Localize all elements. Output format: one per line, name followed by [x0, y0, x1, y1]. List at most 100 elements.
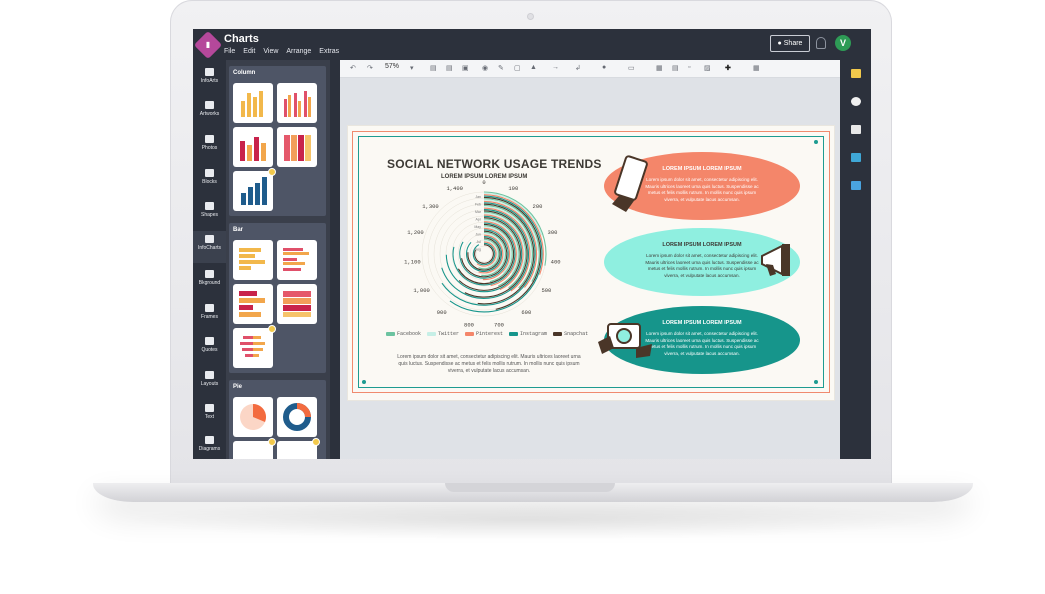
corner-dot	[362, 380, 366, 384]
tick-label: 400	[551, 259, 561, 266]
waypoint-icon[interactable]: ↲	[575, 64, 581, 72]
corner-dot	[814, 140, 818, 144]
delete-icon[interactable]: ▣	[462, 64, 469, 72]
rail-item-infocharts[interactable]: InfoCharts	[193, 231, 226, 263]
align-middle-icon[interactable]: ▫	[688, 64, 690, 71]
share-button[interactable]: ● Share	[770, 35, 810, 52]
menu-edit[interactable]: Edit	[243, 48, 255, 55]
donut-chart-icon	[283, 403, 311, 431]
legend-facebook: Facebook	[386, 331, 421, 337]
grouped-bar-thumb[interactable]	[277, 240, 317, 280]
premium-icon	[268, 168, 276, 176]
semi-donut-thumb[interactable]	[277, 438, 320, 459]
rail-item-photos[interactable]: Photos	[193, 131, 226, 161]
redo-icon[interactable]: ↷	[367, 64, 373, 72]
legend-swatch	[427, 331, 437, 336]
pie-chart-thumb[interactable]	[233, 397, 273, 437]
pyramid-bar-thumb[interactable]	[233, 325, 276, 368]
group-icon[interactable]: ▦	[656, 64, 663, 72]
section-column: Column	[229, 66, 326, 216]
legend-pinterest: Pinterest	[465, 331, 503, 337]
shadow-icon[interactable]: ▢	[514, 64, 521, 72]
infoarts-icon	[205, 68, 214, 76]
bell-icon[interactable]	[816, 37, 826, 49]
rail-item-text[interactable]: Text	[193, 400, 226, 430]
rail-item-artworks[interactable]: Artworks	[193, 97, 226, 127]
panel-splitter[interactable]	[330, 60, 340, 459]
menu-extras[interactable]: Extras	[319, 48, 339, 55]
shapes-icon	[205, 202, 214, 210]
connector-icon[interactable]: →	[552, 64, 559, 71]
camera-icon	[527, 13, 534, 20]
percent-bar-thumb[interactable]	[277, 284, 317, 324]
app-logo-icon[interactable]: ▮	[193, 30, 223, 60]
tick-label: 1,200	[407, 229, 424, 236]
half-pie-thumb[interactable]	[233, 438, 276, 459]
design-canvas[interactable]: SOCIAL NETWORK USAGE TRENDS LOREM IPSUM …	[340, 78, 840, 459]
stacked-bar-thumb[interactable]	[233, 284, 273, 324]
rail-item-layouts[interactable]: Layouts	[193, 367, 226, 397]
stacked-column-thumb[interactable]	[233, 127, 273, 167]
blue-column-thumb[interactable]	[233, 168, 276, 211]
tick-label: 900	[437, 309, 447, 316]
distribute-icon[interactable]: ▨	[704, 64, 711, 72]
page-setup-icon[interactable]	[851, 125, 861, 134]
tick-label: 1,100	[404, 259, 421, 266]
rail-item-background[interactable]: Bkground	[193, 266, 226, 296]
chevron-down-icon[interactable]: ▾	[410, 64, 414, 72]
premium-icon	[312, 438, 320, 446]
app-title: Charts	[224, 33, 259, 45]
rail-item-blocks[interactable]: Blocks	[193, 165, 226, 195]
rail-item-infoarts[interactable]: InfoArts	[193, 64, 226, 94]
camera-hands-icon	[598, 323, 652, 358]
category-label: May	[474, 225, 481, 229]
table-icon[interactable]: ▦	[753, 64, 760, 72]
rail-item-shapes[interactable]: Shapes	[193, 198, 226, 228]
zoom-level[interactable]: 57%	[385, 63, 399, 70]
rail-item-frames[interactable]: Frames	[193, 300, 226, 330]
visibility-icon[interactable]: ●	[602, 64, 606, 71]
bar-chart-thumb[interactable]	[233, 240, 273, 280]
format-painter-icon[interactable]: ▲	[530, 64, 537, 71]
undo-icon[interactable]: ↶	[350, 64, 356, 72]
rail-item-quotes[interactable]: Quotes	[193, 333, 226, 363]
insert-icon[interactable]: ✚	[725, 64, 731, 72]
section-bar: Bar	[229, 223, 326, 373]
tick-label: 700	[494, 321, 504, 328]
fill-icon[interactable]: ◉	[482, 64, 488, 72]
column-chart-icon	[241, 91, 263, 117]
artworks-icon	[205, 101, 214, 109]
grouped-column-thumb[interactable]	[277, 83, 317, 123]
donut-chart-thumb[interactable]	[277, 397, 317, 437]
align-top-icon[interactable]: ▤	[672, 64, 679, 72]
menu-view[interactable]: View	[263, 48, 278, 55]
ellipse-body: Lorem ipsum dolor sit amet, consectetur …	[645, 253, 759, 278]
menu-arrange[interactable]: Arrange	[286, 48, 311, 55]
description-paragraph: Lorem ipsum dolor sit amet, consectetur …	[397, 354, 581, 374]
grid-icon[interactable]	[851, 181, 861, 190]
infographic-page[interactable]: SOCIAL NETWORK USAGE TRENDS LOREM IPSUM …	[348, 126, 834, 400]
column-chart-thumb[interactable]	[233, 83, 273, 123]
ellipse-body: Lorem ipsum dolor sit amet, consectetur …	[645, 331, 759, 356]
menu-file[interactable]: File	[224, 48, 235, 55]
category-label: Feb	[475, 203, 481, 207]
pie-chart-icon	[240, 404, 266, 430]
chart-legend: Facebook Twitter Pinterest Instagram Sna…	[386, 331, 588, 337]
rail-item-diagrams[interactable]: Diagrams	[193, 432, 226, 459]
layers-icon[interactable]	[851, 153, 861, 162]
category-label: Aug	[475, 248, 481, 252]
radial-bar-chart: 0 100 200 300 400 500 600 700 800 900 1,000 1,100 1,…	[404, 180, 561, 328]
category-label: Apr	[476, 218, 482, 222]
tick-label: 100	[508, 185, 518, 192]
format-panel-icon[interactable]	[851, 69, 861, 78]
copy-icon[interactable]: ▤	[430, 64, 437, 72]
line-color-icon[interactable]: ✎	[498, 64, 504, 72]
paste-icon[interactable]: ▤	[446, 64, 453, 72]
grouped-column-icon	[284, 91, 311, 117]
order-icon[interactable]: ▭	[628, 64, 635, 72]
percent-column-thumb[interactable]	[277, 127, 317, 167]
blue-column-icon	[241, 177, 267, 205]
avatar[interactable]: V	[835, 35, 851, 51]
laptop-mockup: ▮ Charts File Edit View Arrange Extras ●…	[0, 0, 1045, 594]
search-icon[interactable]	[851, 97, 861, 106]
